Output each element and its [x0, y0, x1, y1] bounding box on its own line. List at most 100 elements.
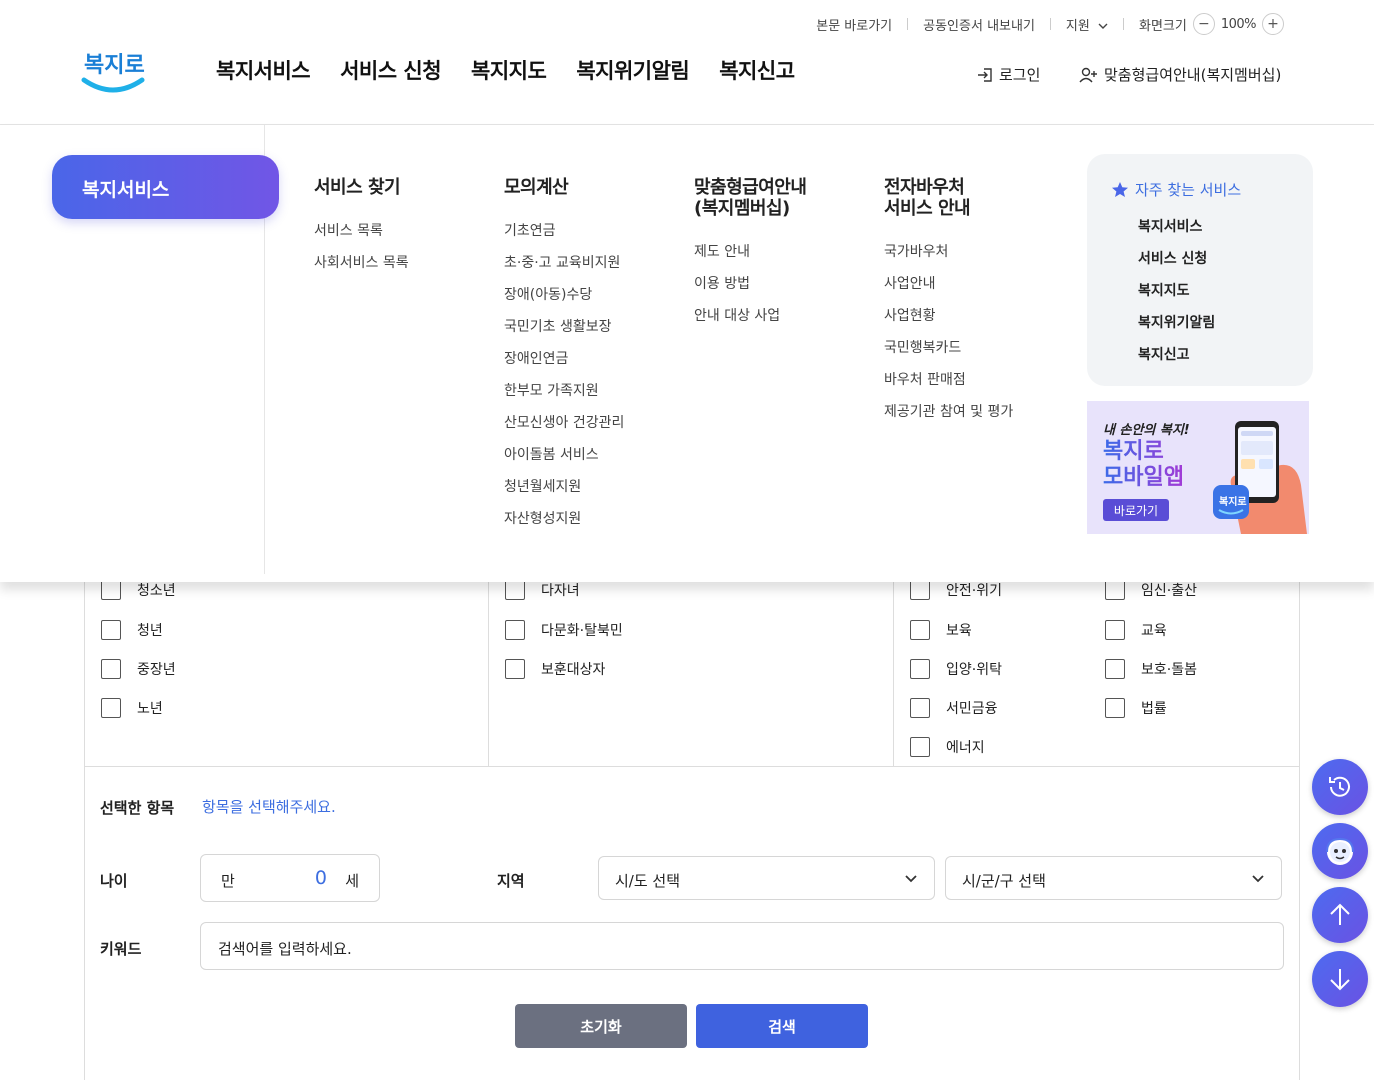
- cert-export-link[interactable]: 공동인증서 내보내기: [923, 15, 1035, 34]
- checkbox-youth[interactable]: 청소년: [101, 580, 176, 600]
- support-dropdown[interactable]: 지원: [1066, 15, 1108, 34]
- checkbox-education[interactable]: 교육: [1105, 620, 1167, 640]
- checkbox-adoption[interactable]: 입양·위탁: [910, 659, 1002, 679]
- chevron-down-icon: [905, 875, 917, 883]
- age-suffix: 세: [345, 872, 359, 890]
- menu-item[interactable]: 아이돌봄 서비스: [504, 444, 624, 476]
- checkbox-label: 다자녀: [541, 583, 580, 599]
- arrow-up-icon: [1330, 903, 1350, 925]
- reset-button[interactable]: 초기화: [515, 1004, 687, 1048]
- zoom-out-button[interactable]: −: [1192, 13, 1215, 35]
- menu-item[interactable]: 국가바우처: [884, 241, 1013, 273]
- nav-crisis-alert[interactable]: 복지위기알림: [576, 55, 689, 85]
- selected-items-value: 항목을 선택해주세요.: [202, 798, 336, 816]
- favorite-item[interactable]: 복지서비스: [1138, 216, 1215, 248]
- checkbox-veterans[interactable]: 보훈대상자: [505, 659, 605, 679]
- checkbox-legal[interactable]: 법률: [1105, 698, 1167, 718]
- utility-bar: 본문 바로가기 공동인증서 내보내기 지원 화면크기 − 100% +: [816, 10, 1290, 38]
- nav-welfare-map[interactable]: 복지지도: [471, 55, 547, 85]
- checkbox-multichild[interactable]: 다자녀: [505, 580, 580, 600]
- favorite-services-title: 자주 찾는 서비스: [1111, 179, 1241, 200]
- checkbox-label: 서민금융: [946, 701, 998, 717]
- menu-item[interactable]: 서비스 목록: [314, 220, 409, 252]
- keyword-label: 키워드: [100, 940, 142, 958]
- search-button[interactable]: 검색: [696, 1004, 868, 1048]
- membership-link[interactable]: 맞춤형급여안내(복지멤버십): [1079, 64, 1281, 85]
- checkbox-young-adult[interactable]: 청년: [101, 620, 163, 640]
- menu-column-find-service: 서비스 찾기 서비스 목록 사회서비스 목록: [314, 177, 409, 284]
- checkbox-safety[interactable]: 안전·위기: [910, 580, 1002, 600]
- menu-column-simulation: 모의계산 기초연금 초·중·고 교육비지원 장애(아동)수당 국민기초 생활보장…: [504, 177, 624, 540]
- checkbox-multicultural[interactable]: 다문화·탈북민: [505, 620, 623, 640]
- keyword-input[interactable]: 검색어를 입력하세요.: [200, 922, 1284, 970]
- checkbox-label: 입양·위탁: [946, 662, 1002, 678]
- mega-menu-active-category[interactable]: 복지서비스: [52, 155, 279, 219]
- menu-item[interactable]: 사회서비스 목록: [314, 252, 409, 284]
- arrow-down-icon: [1330, 969, 1350, 991]
- zoom-in-button[interactable]: +: [1262, 13, 1284, 35]
- checkbox-label: 보훈대상자: [541, 662, 606, 678]
- checkbox-elderly[interactable]: 노년: [101, 698, 163, 718]
- skip-link[interactable]: 본문 바로가기: [816, 15, 892, 34]
- checkbox-energy[interactable]: 에너지: [910, 737, 985, 757]
- sido-value: 시/도 선택: [615, 872, 681, 890]
- age-input[interactable]: 만 0 세: [200, 854, 380, 902]
- favorite-item[interactable]: 복지위기알림: [1138, 312, 1215, 344]
- favorite-item[interactable]: 복지지도: [1138, 280, 1215, 312]
- menu-item[interactable]: 사업현황: [884, 305, 1013, 337]
- login-link[interactable]: 로그인: [976, 64, 1040, 85]
- menu-item[interactable]: 기초연금: [504, 220, 624, 252]
- menu-column-title: 전자바우처 서비스 안내: [884, 177, 971, 219]
- chatbot-button[interactable]: [1312, 823, 1368, 879]
- checkbox-box: [505, 620, 525, 640]
- checkbox-finance[interactable]: 서민금융: [910, 698, 998, 718]
- login-icon: [978, 67, 992, 82]
- checkbox-box: [910, 659, 930, 679]
- menu-item[interactable]: 제공기관 참여 및 평가: [884, 401, 1013, 433]
- region-label: 지역: [497, 872, 525, 890]
- menu-item[interactable]: 장애인연금: [504, 348, 624, 380]
- support-label: 지원: [1065, 18, 1090, 34]
- menu-item[interactable]: 국민행복카드: [884, 337, 1013, 369]
- menu-item[interactable]: 청년월세지원: [504, 476, 624, 508]
- checkbox-box: [910, 580, 930, 600]
- menu-item[interactable]: 이용 방법: [694, 273, 806, 305]
- menu-item[interactable]: 산모신생아 건강관리: [504, 412, 624, 444]
- banner-go-button[interactable]: 바로가기: [1103, 499, 1169, 521]
- site-logo[interactable]: 복지로: [80, 44, 146, 96]
- checkbox-label: 에너지: [946, 740, 985, 756]
- menu-item[interactable]: 장애(아동)수당: [504, 284, 624, 316]
- favorite-item[interactable]: 복지신고: [1138, 344, 1215, 376]
- checkbox-box: [1105, 698, 1125, 718]
- checkbox-pregnancy[interactable]: 임신·출산: [1105, 580, 1197, 600]
- menu-item[interactable]: 한부모 가족지원: [504, 380, 624, 412]
- mobile-app-banner[interactable]: 내 손안의 복지! 복지로 모바일앱 바로가기 복지로: [1087, 401, 1309, 534]
- sido-select[interactable]: 시/도 선택: [598, 856, 935, 900]
- menu-item[interactable]: 안내 대상 사업: [694, 305, 806, 337]
- menu-item[interactable]: 자산형성지원: [504, 508, 624, 540]
- scroll-top-button[interactable]: [1312, 887, 1368, 943]
- menu-item[interactable]: 제도 안내: [694, 241, 806, 273]
- recent-history-button[interactable]: [1312, 759, 1368, 815]
- checkbox-care[interactable]: 보호·돌봄: [1105, 659, 1197, 679]
- scroll-bottom-button[interactable]: [1312, 951, 1368, 1007]
- checkbox-middle-age[interactable]: 중장년: [101, 659, 176, 679]
- menu-item[interactable]: 사업안내: [884, 273, 1013, 305]
- checkbox-box: [1105, 659, 1125, 679]
- menu-item[interactable]: 국민기초 생활보장: [504, 316, 624, 348]
- favorite-item[interactable]: 서비스 신청: [1138, 248, 1215, 280]
- menu-item[interactable]: 바우처 판매점: [884, 369, 1013, 401]
- star-icon: [1112, 181, 1128, 197]
- checkbox-box: [101, 580, 121, 600]
- checkbox-box: [910, 620, 930, 640]
- checkbox-childcare[interactable]: 보육: [910, 620, 972, 640]
- checkbox-label: 임신·출산: [1141, 583, 1197, 599]
- nav-welfare-service[interactable]: 복지서비스: [216, 55, 311, 85]
- menu-column-title: 모의계산: [504, 177, 569, 198]
- sigungu-select[interactable]: 시/군/구 선택: [945, 856, 1282, 900]
- nav-welfare-report[interactable]: 복지신고: [719, 55, 795, 85]
- column-divider: [488, 560, 489, 767]
- nav-service-apply[interactable]: 서비스 신청: [340, 55, 441, 85]
- menu-item[interactable]: 초·중·고 교육비지원: [504, 252, 624, 284]
- chevron-down-icon: [1252, 875, 1264, 883]
